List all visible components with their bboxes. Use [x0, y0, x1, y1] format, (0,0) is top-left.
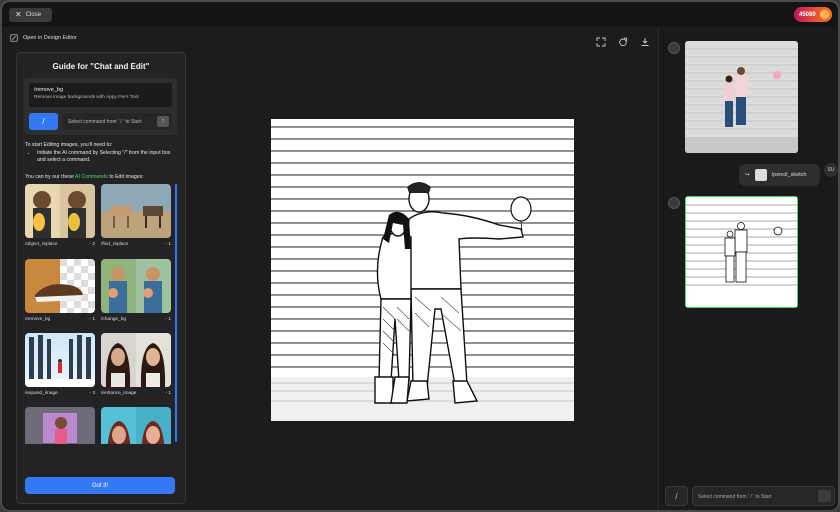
tool-name: /enhance_image — [101, 391, 137, 396]
guide-try-line: You can try our these AI Commands to Edi… — [25, 174, 144, 180]
rotate-icon[interactable] — [618, 34, 628, 47]
tool-cost: - 3 — [89, 391, 95, 396]
tool-card-expand-image[interactable]: /expand_image - 3 — [25, 333, 95, 396]
close-icon: ✕ — [15, 10, 22, 19]
close-button[interactable]: ✕ Close — [9, 8, 52, 22]
slash-button[interactable]: / — [29, 113, 58, 130]
top-bar: ✕ Close 45080 — [2, 2, 838, 27]
tool-cost: - 1 — [165, 317, 171, 322]
user-command-message: ↪ /pencil_sketch — [739, 164, 820, 186]
try-prefix: You can try our these — [25, 174, 74, 180]
guide-intro: To start Editing images, you'll need to: — [25, 142, 113, 148]
tool-name: /find_replace — [101, 242, 129, 247]
edit-icon — [10, 34, 18, 42]
guide-instructions: To start Editing images, you'll need to:… — [25, 142, 180, 165]
image-toolbar — [596, 34, 650, 47]
open-design-editor-button[interactable]: Open in Design Editor — [10, 34, 77, 42]
tool-card-object-replace[interactable]: /object_replace - 2 — [25, 184, 95, 247]
send-icon[interactable]: ↑ — [157, 116, 169, 127]
tool-thumbnail — [101, 333, 171, 387]
tool-card-more-1[interactable] — [25, 407, 95, 444]
guide-scrollbar[interactable] — [175, 184, 177, 442]
message-thumbnail — [754, 169, 767, 181]
tool-thumbnail — [25, 333, 95, 387]
fit-icon[interactable] — [596, 34, 606, 47]
tool-cost: - 1 — [165, 242, 171, 247]
tool-thumbnail — [25, 259, 95, 313]
tool-thumbnail — [101, 184, 171, 238]
chat-command-input[interactable]: Select command from ' / ' to Start — [692, 486, 835, 506]
tool-cost: - 1 — [89, 317, 95, 322]
chat-image-original[interactable] — [685, 41, 798, 153]
credits-badge[interactable]: 45080 — [794, 7, 832, 22]
reply-arrow-icon: ↪ — [745, 172, 750, 178]
bot-avatar-icon — [668, 197, 680, 209]
chat-image-result[interactable] — [685, 196, 798, 308]
coin-icon — [820, 10, 829, 19]
command-preview-desc: Remove image backgrounds with Appy Pie's… — [34, 95, 139, 100]
tool-name: /expand_image — [25, 391, 58, 396]
user-avatar: SU — [824, 163, 838, 177]
tool-cost: - 1 — [165, 391, 171, 396]
bot-avatar-icon — [668, 42, 680, 54]
tool-thumbnail — [101, 259, 171, 313]
tool-card-remove-bg[interactable]: /remove_bg - 1 — [25, 259, 95, 322]
send-icon[interactable] — [818, 490, 831, 502]
tool-grid: /object_replace - 2 /find_replace - 1 /rem… — [25, 184, 172, 444]
tool-thumbnail — [25, 184, 95, 238]
download-icon[interactable] — [640, 34, 650, 46]
open-design-editor-label: Open in Design Editor — [23, 35, 77, 41]
guide-input-placeholder: Select command from ' / ' to Start — [68, 119, 142, 125]
ai-commands-link[interactable]: AI Commands — [75, 174, 108, 180]
tool-card-change-bg[interactable]: /change_bg - 1 — [101, 259, 171, 322]
tool-cost: - 2 — [89, 242, 95, 247]
guide-title: Guide for "Chat and Edit" — [52, 62, 150, 71]
tool-thumbnail — [25, 407, 95, 444]
app-window: ✕ Close 45080 Open in Design Editor Guid… — [0, 0, 840, 512]
tool-name: /change_bg — [101, 317, 127, 322]
chat-input-placeholder: Select command from ' / ' to Start — [698, 494, 772, 500]
close-label: Close — [25, 12, 42, 18]
command-preview: /remove_bg Remove image backgrounds with… — [29, 83, 172, 107]
guide-command-input[interactable]: Select command from ' / ' to Start ↑ — [62, 113, 172, 130]
tool-thumbnail — [101, 407, 171, 444]
tool-name: /remove_bg — [25, 317, 51, 322]
tool-card-more-2[interactable] — [101, 407, 171, 444]
tool-name: /object_replace — [25, 242, 58, 247]
credits-count: 45080 — [799, 11, 816, 18]
command-preview-name: /remove_bg — [34, 87, 64, 93]
tool-card-find-replace[interactable]: /find_replace - 1 — [101, 184, 171, 247]
user-command-text: /pencil_sketch — [771, 172, 807, 178]
try-suffix: to Edit images: — [109, 174, 144, 180]
main-canvas-image[interactable] — [271, 119, 574, 421]
chat-slash-button[interactable]: / — [665, 486, 688, 506]
got-it-button[interactable]: Got it! — [25, 477, 175, 494]
guide-bullet: Initiate the AI command by Selecting "/"… — [37, 150, 180, 165]
tool-card-enhance-image[interactable]: /enhance_image - 1 — [101, 333, 171, 396]
